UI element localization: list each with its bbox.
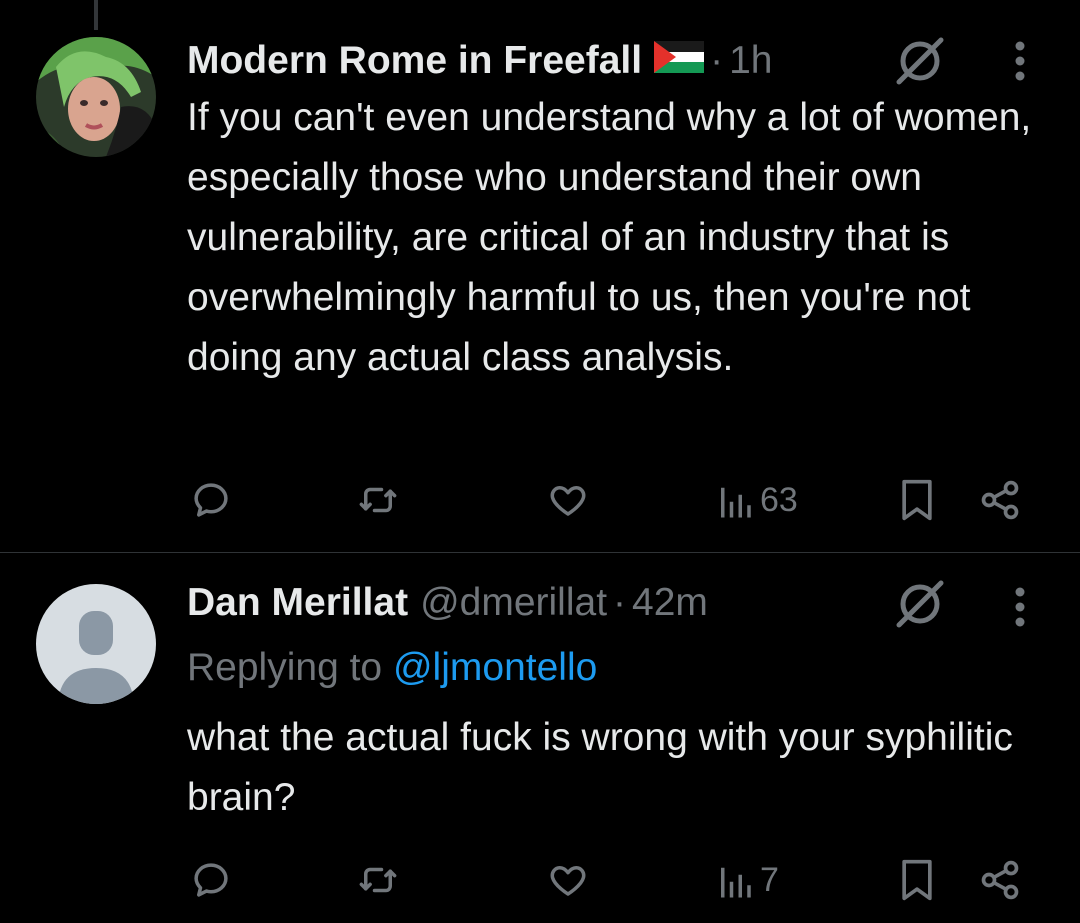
display-name[interactable]: Dan Merillat: [187, 580, 408, 626]
repost-button[interactable]: [356, 850, 400, 910]
tweet-actions: 7: [0, 850, 1080, 910]
default-avatar-icon: [36, 584, 156, 704]
heart-icon: [550, 866, 586, 896]
user-handle[interactable]: @dmerillat: [420, 580, 607, 626]
share-icon: [981, 860, 1019, 900]
timestamp[interactable]: 1h: [729, 38, 772, 84]
analytics-icon: [721, 867, 751, 898]
tweet[interactable]: Dan Merillat @dmerillat · 42m Replying t…: [0, 553, 1080, 923]
share-button[interactable]: [978, 850, 1022, 910]
separator-dot: ·: [710, 39, 724, 82]
replying-to-label: Replying to: [187, 646, 383, 689]
reply-icon: [194, 863, 228, 897]
views-count: 63: [760, 480, 798, 519]
repost-icon: [359, 487, 397, 513]
reply-icon: [194, 483, 228, 517]
more-options-icon[interactable]: [1006, 38, 1034, 88]
tweet-header: Dan Merillat @dmerillat · 42m: [187, 580, 940, 626]
bookmark-icon: [902, 479, 932, 521]
tweet[interactable]: Modern Rome in Freefall · 1h If you can'…: [0, 0, 1080, 552]
avatar[interactable]: [36, 37, 156, 157]
views-button[interactable]: 63: [716, 470, 798, 530]
replying-to-mention[interactable]: @ljmontello: [393, 646, 597, 689]
replying-to: Replying to @ljmontello: [187, 638, 597, 698]
views-button[interactable]: 7: [716, 850, 779, 910]
tweet-header: Modern Rome in Freefall · 1h: [187, 38, 940, 84]
heart-icon: [550, 486, 586, 516]
tweet-actions: 63: [0, 470, 1080, 530]
more-options-icon[interactable]: [1006, 584, 1034, 634]
grok-icon[interactable]: [893, 577, 947, 631]
palestine-flag-icon: [654, 38, 705, 84]
tweet-text: If you can't even understand why a lot o…: [187, 96, 1032, 379]
reply-button[interactable]: [190, 470, 232, 530]
timestamp[interactable]: 42m: [632, 580, 708, 626]
separator-dot: ·: [613, 581, 627, 624]
repost-button[interactable]: [356, 470, 400, 530]
avatar[interactable]: [36, 584, 156, 704]
bookmark-button[interactable]: [898, 850, 936, 910]
share-icon: [981, 480, 1019, 520]
repost-icon: [359, 867, 397, 893]
like-button[interactable]: [547, 470, 589, 530]
tweet-text: what the actual fuck is wrong with your …: [187, 716, 1013, 819]
reply-button[interactable]: [190, 850, 232, 910]
like-button[interactable]: [547, 850, 589, 910]
grok-icon[interactable]: [893, 34, 947, 88]
bookmark-button[interactable]: [898, 470, 936, 530]
views-count: 7: [760, 860, 779, 899]
profile-photo-icon: [36, 37, 156, 157]
share-button[interactable]: [978, 470, 1022, 530]
bookmark-icon: [902, 859, 932, 901]
display-name[interactable]: Modern Rome in Freefall: [187, 38, 642, 84]
analytics-icon: [721, 487, 751, 518]
